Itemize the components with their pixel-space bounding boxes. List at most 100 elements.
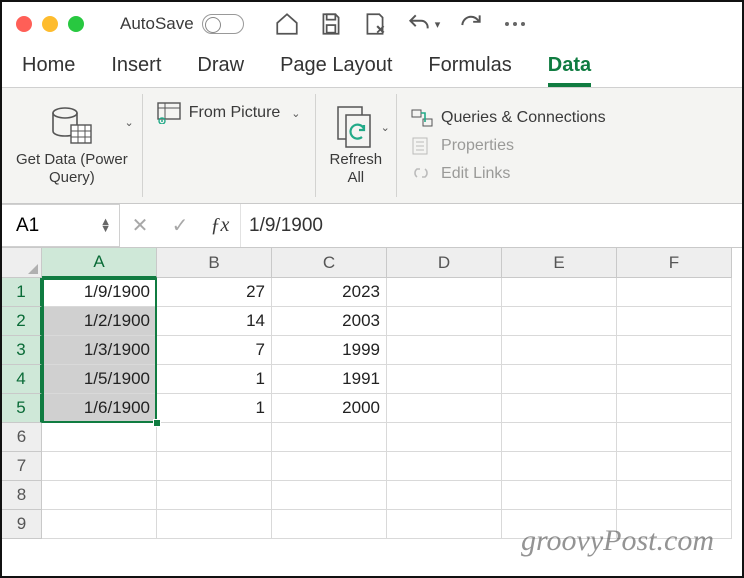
- cell[interactable]: [617, 336, 732, 365]
- select-all-corner[interactable]: [2, 248, 42, 278]
- cell[interactable]: [502, 336, 617, 365]
- row-header[interactable]: 8: [2, 481, 42, 510]
- cell[interactable]: [387, 510, 502, 539]
- cell[interactable]: [617, 394, 732, 423]
- cell[interactable]: [42, 481, 157, 510]
- row-header[interactable]: 9: [2, 510, 42, 539]
- from-picture-button[interactable]: From Picture ⌄: [157, 102, 301, 124]
- cell[interactable]: 1: [157, 394, 272, 423]
- cell[interactable]: [502, 307, 617, 336]
- cell[interactable]: 1/2/1900: [42, 307, 157, 336]
- cell[interactable]: [617, 278, 732, 307]
- cell[interactable]: [157, 510, 272, 539]
- cell[interactable]: 1991: [272, 365, 387, 394]
- cell[interactable]: 1/5/1900: [42, 365, 157, 394]
- cell[interactable]: [157, 452, 272, 481]
- row-header[interactable]: 5: [2, 394, 42, 423]
- autosave-toggle[interactable]: [202, 14, 244, 34]
- column-header-a[interactable]: A: [42, 248, 157, 278]
- cancel-formula-button[interactable]: ✕: [120, 204, 160, 247]
- cell[interactable]: [502, 481, 617, 510]
- cell[interactable]: [617, 365, 732, 394]
- chevron-down-icon[interactable]: ⌄: [125, 116, 134, 129]
- tab-data[interactable]: Data: [548, 54, 591, 87]
- column-header-e[interactable]: E: [502, 248, 617, 278]
- home-icon[interactable]: [274, 11, 300, 37]
- cell[interactable]: [157, 481, 272, 510]
- cell[interactable]: [387, 452, 502, 481]
- cell[interactable]: 7: [157, 336, 272, 365]
- close-window-icon[interactable]: [16, 16, 32, 32]
- tab-draw[interactable]: Draw: [197, 54, 244, 87]
- cell[interactable]: [617, 510, 732, 539]
- cell[interactable]: [617, 307, 732, 336]
- cell[interactable]: [502, 278, 617, 307]
- cell[interactable]: [502, 394, 617, 423]
- formula-value[interactable]: 1/9/1900: [240, 204, 323, 247]
- cell[interactable]: 14: [157, 307, 272, 336]
- cell[interactable]: [387, 365, 502, 394]
- tab-home[interactable]: Home: [22, 54, 75, 87]
- cell[interactable]: [502, 452, 617, 481]
- cell[interactable]: 1999: [272, 336, 387, 365]
- cell[interactable]: [387, 307, 502, 336]
- confirm-formula-button[interactable]: ✓: [160, 204, 200, 247]
- cell[interactable]: 2023: [272, 278, 387, 307]
- cell[interactable]: 1/3/1900: [42, 336, 157, 365]
- cell[interactable]: [272, 510, 387, 539]
- chevron-down-icon[interactable]: ⌄: [381, 121, 390, 134]
- save-icon[interactable]: [318, 11, 344, 37]
- get-data-button[interactable]: Get Data (Power Query): [16, 105, 128, 187]
- cell[interactable]: [387, 336, 502, 365]
- cell[interactable]: [272, 481, 387, 510]
- cell[interactable]: [502, 510, 617, 539]
- cell[interactable]: [157, 423, 272, 452]
- save-as-icon[interactable]: [362, 11, 388, 37]
- cell[interactable]: [502, 423, 617, 452]
- cell[interactable]: 2003: [272, 307, 387, 336]
- row-header[interactable]: 3: [2, 336, 42, 365]
- maximize-window-icon[interactable]: [68, 16, 84, 32]
- fill-handle[interactable]: [153, 419, 161, 427]
- column-header-d[interactable]: D: [387, 248, 502, 278]
- cell[interactable]: [272, 423, 387, 452]
- queries-label: Queries & Connections: [441, 109, 606, 127]
- cell[interactable]: 1: [157, 365, 272, 394]
- cell[interactable]: [42, 452, 157, 481]
- name-box-stepper[interactable]: ▲▼: [100, 219, 111, 232]
- cell[interactable]: 2000: [272, 394, 387, 423]
- cell[interactable]: [387, 278, 502, 307]
- column-header-f[interactable]: F: [617, 248, 732, 278]
- redo-icon[interactable]: [458, 11, 484, 37]
- refresh-all-button[interactable]: ⌄ Refresh All: [330, 105, 383, 187]
- cell[interactable]: 1/6/1900: [42, 394, 157, 423]
- name-box[interactable]: A1 ▲▼: [2, 204, 120, 247]
- cell[interactable]: [617, 481, 732, 510]
- cell[interactable]: 27: [157, 278, 272, 307]
- tab-formulas[interactable]: Formulas: [428, 54, 511, 87]
- cell[interactable]: [42, 423, 157, 452]
- column-header-c[interactable]: C: [272, 248, 387, 278]
- cell[interactable]: [387, 423, 502, 452]
- minimize-window-icon[interactable]: [42, 16, 58, 32]
- cell[interactable]: [387, 394, 502, 423]
- row-header[interactable]: 6: [2, 423, 42, 452]
- fx-label[interactable]: ƒx: [200, 214, 240, 237]
- column-header-b[interactable]: B: [157, 248, 272, 278]
- tab-page-layout[interactable]: Page Layout: [280, 54, 392, 87]
- cell[interactable]: [617, 423, 732, 452]
- cell[interactable]: [387, 481, 502, 510]
- undo-icon[interactable]: ▾: [406, 11, 441, 37]
- cell[interactable]: 1/9/1900: [42, 278, 157, 307]
- cell[interactable]: [42, 510, 157, 539]
- more-icon[interactable]: [502, 20, 528, 28]
- tab-insert[interactable]: Insert: [111, 54, 161, 87]
- row-header[interactable]: 4: [2, 365, 42, 394]
- row-header[interactable]: 7: [2, 452, 42, 481]
- cell[interactable]: [617, 452, 732, 481]
- row-header[interactable]: 2: [2, 307, 42, 336]
- row-header[interactable]: 1: [2, 278, 42, 307]
- cell[interactable]: [502, 365, 617, 394]
- queries-connections-button[interactable]: Queries & Connections: [411, 109, 606, 127]
- cell[interactable]: [272, 452, 387, 481]
